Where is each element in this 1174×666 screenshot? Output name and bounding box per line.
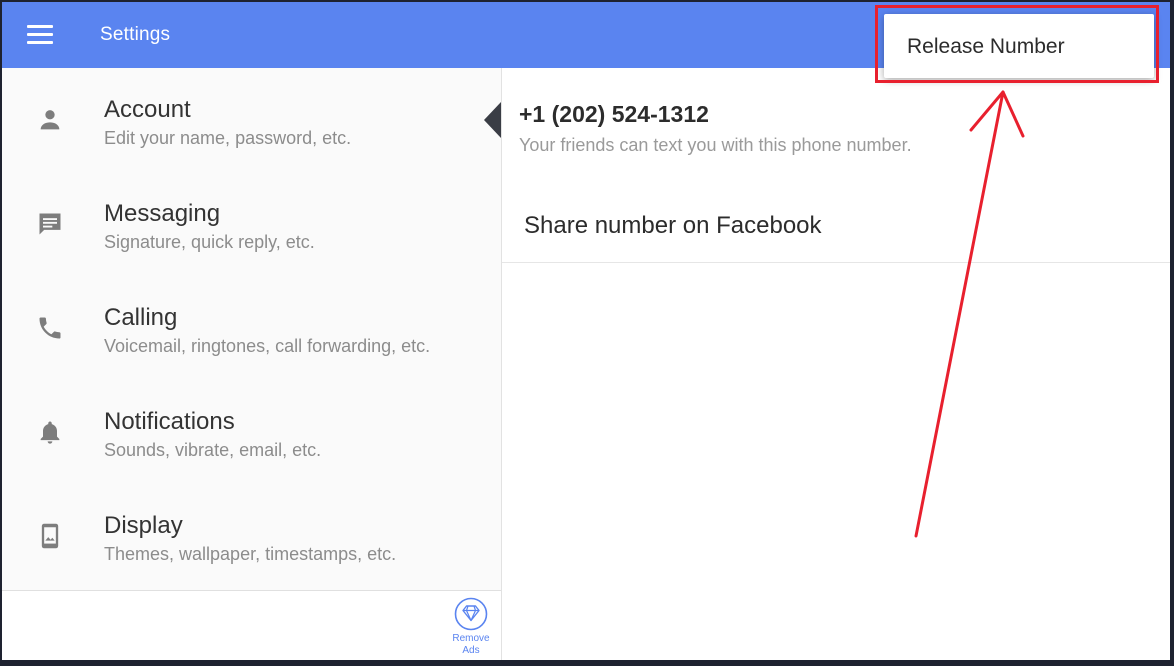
sidebar-item-subtitle: Voicemail, ringtones, call forwarding, e… [104, 336, 431, 356]
share-facebook-button[interactable]: Share number on Facebook [502, 188, 1170, 263]
sidebar-item-calling[interactable]: Calling Voicemail, ringtones, call forwa… [2, 276, 501, 380]
account-detail-pane: +1 (202) 524-1312 Your friends can text … [502, 68, 1170, 660]
diamond-icon [454, 597, 488, 631]
sidebar-item-display[interactable]: Display Themes, wallpaper, timestamps, e… [2, 484, 501, 588]
sidebar-item-title: Calling [104, 304, 178, 331]
page-title: Settings [100, 24, 171, 45]
remove-ads-label: Remove Ads [452, 633, 490, 656]
sidebar-item-subtitle: Signature, quick reply, etc. [104, 232, 315, 252]
sidebar-item-subtitle: Themes, wallpaper, timestamps, etc. [104, 544, 397, 564]
sidebar-item-notifications[interactable]: Notifications Sounds, vibrate, email, et… [2, 380, 501, 484]
sidebar-item-title: Account [104, 96, 191, 123]
bell-icon [40, 421, 60, 444]
selection-indicator [484, 102, 501, 138]
app-window: Settings Account Edit your name, passwor… [2, 2, 1170, 660]
sidebar-item-title: Display [104, 512, 183, 539]
phone-wallpaper-icon [41, 523, 59, 549]
share-facebook-label: Share number on Facebook [524, 212, 822, 239]
phone-number: +1 (202) 524-1312 [519, 101, 709, 127]
hamburger-menu-icon[interactable] [27, 25, 53, 45]
sidebar-item-title: Messaging [104, 200, 221, 227]
chat-bubble-icon [39, 213, 61, 235]
phone-number-description: Your friends can text you with this phon… [519, 135, 912, 155]
sidebar-item-subtitle: Edit your name, password, etc. [104, 128, 352, 148]
sidebar-footer: Remove Ads [2, 590, 501, 660]
sidebar-item-title: Notifications [104, 408, 235, 435]
remove-ads-button[interactable]: Remove Ads [447, 597, 495, 657]
person-icon [40, 110, 60, 130]
sidebar-item-subtitle: Sounds, vibrate, email, etc. [104, 440, 322, 460]
settings-sidebar: Account Edit your name, password, etc. M… [2, 68, 502, 660]
phone-icon [39, 317, 61, 339]
annotation-highlight-box [875, 5, 1159, 83]
sidebar-item-account[interactable]: Account Edit your name, password, etc. [2, 68, 501, 172]
sidebar-item-messaging[interactable]: Messaging Signature, quick reply, etc. [2, 172, 501, 276]
